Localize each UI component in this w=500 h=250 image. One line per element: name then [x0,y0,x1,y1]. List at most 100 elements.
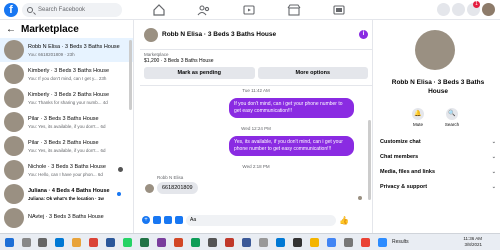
info-icon[interactable]: i [359,30,368,39]
conversation-item[interactable]: Pilar · 3 Beds 2 Baths House You: Yes, it… [0,134,133,158]
conversation-snippet: You: 6618201809 · 23h [28,51,75,57]
app-icon[interactable] [293,238,302,247]
taskbar-app-label[interactable]: Results [392,239,409,245]
conversation-item[interactable]: Kimberly · 3 Beds 2 Baths House You: Than… [0,86,133,110]
word-icon[interactable] [106,238,115,247]
sidebar-scrollbar[interactable] [129,40,132,110]
conversation-item[interactable]: Kimberly · 3 Beds 3 Baths House You: If y… [0,62,133,86]
message-composer: + Aa 👍 [140,210,372,230]
chat-members-section[interactable]: Chat members ⌄ [380,154,498,160]
app-icon[interactable] [327,238,336,247]
plus-icon[interactable]: + [142,216,150,224]
groups-icon[interactable] [197,3,211,17]
unread-dot [117,192,121,196]
search-input[interactable]: Search Facebook [22,3,122,17]
listing-thumbnail [4,112,24,132]
chat-title[interactable]: Robb N Elisa · 3 Beds 3 Baths House [162,31,276,38]
conversation-item[interactable]: Juliana · 4 Beds 4 Baths House Juliana: O… [0,182,133,206]
excel-icon[interactable] [140,238,149,247]
section-label: Customize chat [380,139,421,145]
gif-icon[interactable] [175,216,183,224]
message-timestamp: Wed 2:18 PM [242,164,270,169]
message-timestamp: Wed 12:24 PM [241,126,271,131]
customize-chat-section[interactable]: Customize chat ⌄ [380,139,498,145]
mark-as-pending-button[interactable]: Mark as pending [144,67,255,79]
app-icon[interactable] [276,238,285,247]
listing-thumbnail [4,184,24,204]
gaming-icon[interactable] [332,3,346,17]
powerpoint-icon[interactable] [174,238,183,247]
app-icon[interactable] [344,238,353,247]
messenger-icon[interactable] [452,3,465,16]
marketplace-icon[interactable] [287,3,301,17]
chat-panel: Robb N Elisa · 3 Beds 3 Baths House i Ma… [140,20,372,233]
message-input[interactable]: Aa [186,214,336,226]
menu-grid-icon[interactable] [437,3,450,16]
chevron-down-icon: ⌄ [491,169,496,175]
chat-scrollbar[interactable] [368,120,371,200]
chrome-icon[interactable] [89,238,98,247]
profile-name: Robb N Elisa · 3 Beds 3 Baths House [391,79,485,95]
profile-image[interactable] [415,30,455,70]
conversation-item[interactable]: Robb N Elisa · 3 Beds 3 Baths House You: … [0,38,133,62]
watch-icon[interactable] [242,3,256,17]
app-icon[interactable] [225,238,234,247]
app-icon[interactable] [310,238,319,247]
search-label: Search [444,122,460,127]
sender-avatar [145,184,154,193]
whatsapp-icon[interactable] [123,238,132,247]
file-explorer-icon[interactable] [72,238,81,247]
app-icon[interactable] [361,238,370,247]
mute-button[interactable]: 🔔 Mute [405,108,431,127]
outgoing-message[interactable]: If you don't mind, can i get your phone … [229,98,354,118]
start-icon[interactable] [5,238,14,247]
listing-thumbnail [4,64,24,84]
seen-avatar [118,167,123,172]
arrow-left-icon[interactable]: ← [6,24,16,35]
section-label: Media, files and links [380,169,436,175]
conversation-name: Pilar · 3 Beds 2 Baths House [28,139,99,146]
edge-icon[interactable] [55,238,64,247]
listing-thumbnail [4,208,24,228]
search-placeholder: Search Facebook [38,7,86,13]
privacy-support-section[interactable]: Privacy & support ⌄ [380,184,498,190]
message-list: Tue 11:42 AM If you don't mind, can i ge… [140,86,372,210]
outgoing-message[interactable]: Yes, its available, if you don't mind, c… [229,136,354,156]
image-icon[interactable] [153,216,161,224]
search-icon[interactable] [22,238,31,247]
conversation-item[interactable]: Pilar · 3 Beds 3 Baths House You: Yes, it… [0,110,133,134]
incoming-message[interactable]: 6618201809 [157,182,198,194]
windows-taskbar: Results 11:36 AM 3/8/2021 [0,233,500,250]
app-icon[interactable] [378,238,387,247]
home-icon[interactable] [152,3,166,17]
sticker-icon[interactable] [164,216,172,224]
listing-summary[interactable]: $1,200 · 3 Beds 3 Baths House [144,58,368,64]
search-conversation-button[interactable]: 🔍 Search [439,108,465,127]
conversation-name: Pilar · 3 Beds 3 Baths House [28,115,99,122]
media-files-links-section[interactable]: Media, files and links ⌄ [380,169,498,175]
conversation-info-panel: Robb N Elisa · 3 Beds 3 Baths House 🔔 Mu… [372,20,500,233]
app-icon[interactable] [259,238,268,247]
more-options-button[interactable]: More options [257,67,368,79]
taskbar-clock[interactable]: 11:36 AM 3/8/2021 [463,236,482,248]
chat-header: Robb N Elisa · 3 Beds 3 Baths House i [140,20,372,50]
search-icon [27,7,33,13]
listing-thumbnail [4,40,24,60]
app-icon[interactable] [208,238,217,247]
chat-thumbnail[interactable] [144,27,158,42]
conversation-snippet: Juliana: Ok what's the location · 1w [28,195,104,201]
conversation-item[interactable]: NAvtej · 3 Beds 3 Baths House [0,206,133,230]
conversation-sidebar: ← Marketplace Robb N Elisa · 3 Beds 3 Ba… [0,20,134,233]
conversation-item[interactable]: Nichole · 3 Beds 3 Baths House You: Hello… [0,158,133,182]
facebook-logo[interactable]: f [4,3,18,17]
conversation-snippet: You: Thanks for sharing your numb... 4d [28,99,108,105]
app-icon[interactable] [242,238,251,247]
bell-icon: 🔔 [412,108,424,120]
clock-date: 3/8/2021 [464,242,482,247]
section-label: Chat members [380,154,419,160]
task-view-icon[interactable] [38,238,47,247]
app-icon[interactable] [191,238,200,247]
app-icon[interactable] [157,238,166,247]
account-avatar[interactable] [482,3,495,16]
thumbs-up-icon[interactable]: 👍 [339,216,349,225]
